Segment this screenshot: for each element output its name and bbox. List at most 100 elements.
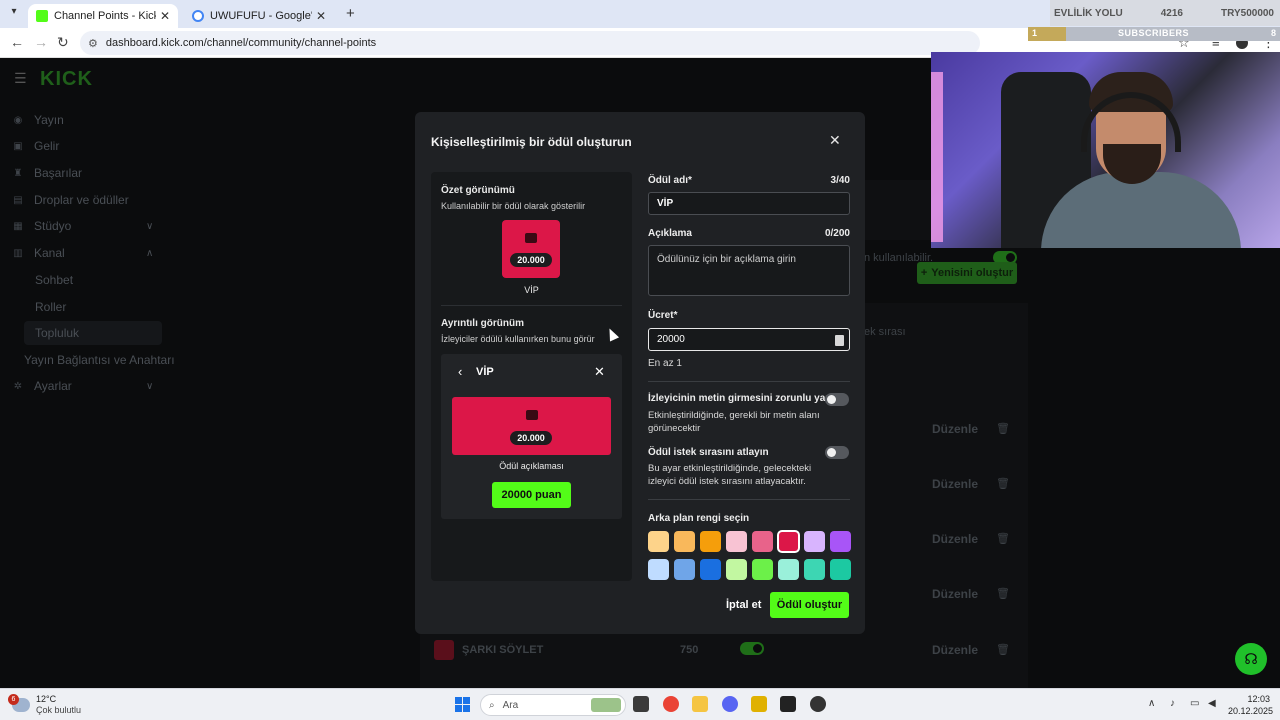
file-explorer-icon[interactable]	[692, 696, 708, 712]
sidebar-item-label: Kanal	[34, 246, 65, 260]
cost-input[interactable]: 20000	[648, 328, 850, 351]
sidebar-item-roller[interactable]: Roller	[35, 300, 66, 314]
hamburger-menu-icon[interactable]: ☰	[14, 70, 27, 87]
cancel-button[interactable]: İptal et	[726, 599, 761, 611]
color-swatch[interactable]	[674, 559, 695, 580]
tab-channel-points[interactable]: Channel Points - Kick Dashboard ✕	[28, 4, 178, 28]
weather-condition: Çok bulutlu	[36, 705, 82, 715]
new-tab-icon[interactable]: +	[346, 5, 355, 22]
reward-name-input[interactable]: VİP	[648, 192, 850, 215]
require-text-toggle[interactable]	[825, 393, 849, 406]
divider	[441, 305, 622, 306]
network-icon[interactable]: ▭	[1190, 698, 1199, 709]
sidebar-item-basarilar[interactable]: ♜ Başarılar	[12, 166, 83, 180]
edit-button[interactable]: Düzenle	[932, 422, 978, 436]
back-icon[interactable]: ←	[10, 34, 24, 50]
sidebar-item-yayin[interactable]: ◉ Yayın	[12, 113, 64, 127]
description-counter: 0/200	[824, 228, 850, 239]
tab-list-icon[interactable]: ▾	[6, 6, 22, 22]
help-chat-button[interactable]: ☊	[1235, 643, 1267, 675]
tab-google-search[interactable]: UWUFUFU - Google'da Ara ✕	[184, 4, 334, 28]
sidebar-item-label: Stüdyo	[34, 219, 72, 233]
app-icon[interactable]	[751, 696, 767, 712]
sub-current: 1	[1032, 28, 1038, 38]
volume-icon[interactable]: ◀	[1208, 698, 1216, 709]
color-swatch[interactable]	[648, 531, 669, 552]
divider	[648, 499, 850, 500]
color-swatch[interactable]	[700, 531, 721, 552]
color-swatch[interactable]	[726, 559, 747, 580]
create-new-button[interactable]: + Yenisini oluştur	[917, 262, 1017, 284]
chevron-down-icon[interactable]: ∨	[146, 381, 153, 392]
subscriber-goal-bar: 1 SUBSCRIBERS 8	[1028, 27, 1280, 41]
edit-button[interactable]: Düzenle	[932, 532, 978, 546]
site-info-icon[interactable]: ⚙	[88, 37, 98, 50]
cost-pill: 20.000	[510, 431, 552, 445]
close-icon: ✕	[594, 364, 605, 379]
trash-icon[interactable]: 🗑	[996, 587, 1010, 600]
sidebar-item-topluluk[interactable]: Topluluk	[35, 326, 79, 340]
trash-icon[interactable]: 🗑	[996, 477, 1010, 490]
edit-button[interactable]: Düzenle	[932, 643, 978, 657]
search-icon: ⌕	[489, 699, 495, 711]
chevron-up-icon[interactable]: ∧	[146, 248, 153, 259]
chevron-up-icon[interactable]: ∧	[1148, 698, 1155, 709]
forward-icon[interactable]: →	[34, 34, 48, 50]
cost-help: En az 1	[648, 358, 682, 369]
color-swatch[interactable]	[778, 559, 799, 580]
taskbar-search[interactable]: ⌕ Ara	[480, 694, 626, 716]
color-swatch[interactable]	[648, 559, 669, 580]
skip-queue-toggle[interactable]	[825, 446, 849, 459]
address-bar[interactable]: ⚙ dashboard.kick.com/channel/community/c…	[80, 31, 980, 55]
kick-logo[interactable]: KICK	[40, 68, 93, 91]
sidebar-item-studyo[interactable]: ▦ Stüdyo	[12, 219, 71, 233]
color-swatch[interactable]	[752, 559, 773, 580]
kick-favicon-icon	[36, 10, 48, 22]
color-swatch[interactable]	[700, 559, 721, 580]
start-button[interactable]	[455, 697, 470, 712]
number-stepper-icon[interactable]	[835, 335, 844, 346]
weather-widget[interactable]: 6 12°C Çok bulutlu	[8, 694, 82, 716]
chevron-down-icon[interactable]: ∨	[146, 221, 153, 232]
description-textarea[interactable]: Ödülünüz için bir açıklama girin	[648, 245, 850, 296]
sidebar-item-gelir[interactable]: ▣ Gelir	[12, 139, 59, 153]
color-swatch[interactable]	[752, 531, 773, 552]
close-tab-icon[interactable]: ✕	[316, 9, 326, 23]
time: 12:03	[1247, 694, 1270, 704]
edit-button[interactable]: Düzenle	[932, 587, 978, 601]
reward-toggle[interactable]	[740, 642, 764, 655]
reward-name-counter: 3/40	[830, 175, 850, 186]
color-swatch[interactable]	[830, 559, 851, 580]
color-swatch[interactable]	[777, 530, 800, 553]
discord-icon[interactable]	[722, 696, 738, 712]
trash-icon[interactable]: 🗑	[996, 643, 1010, 656]
color-swatch[interactable]	[726, 531, 747, 552]
sidebar-item-stream-key[interactable]: Yayın Bağlantısı ve Anahtarı	[24, 353, 175, 367]
chrome-icon[interactable]	[663, 696, 679, 712]
sidebar-item-ayarlar[interactable]: ✲ Ayarlar	[12, 379, 72, 393]
color-swatch[interactable]	[804, 559, 825, 580]
microphone-icon[interactable]: ♪	[1170, 698, 1175, 709]
color-swatch[interactable]	[804, 531, 825, 552]
task-view-icon[interactable]	[633, 696, 649, 712]
skip-queue-description: Bu ayar etkinleştirildiğinde, gelecektek…	[648, 463, 812, 487]
color-swatch[interactable]	[830, 531, 851, 552]
sidebar-item-sohbet[interactable]: Sohbet	[35, 273, 73, 287]
app-icon[interactable]	[810, 696, 826, 712]
sidebar-item-droplar[interactable]: ▤ Droplar ve ödüller	[12, 193, 129, 207]
create-reward-button[interactable]: Ödül oluştur	[770, 592, 849, 618]
edit-button[interactable]: Düzenle	[932, 477, 978, 491]
sidebar-item-kanal[interactable]: ▥ Kanal	[12, 246, 65, 260]
close-tab-icon[interactable]: ✕	[160, 9, 170, 23]
goal-label: EVLİLİK YOLU	[1054, 7, 1123, 19]
system-clock[interactable]: 12:03 20.12.2025	[1228, 693, 1273, 717]
reward-name-preview: VİP	[524, 285, 539, 295]
trash-icon[interactable]: 🗑	[996, 532, 1010, 545]
obs-icon[interactable]	[780, 696, 796, 712]
reload-icon[interactable]: ↻	[57, 34, 69, 51]
color-swatch[interactable]	[674, 531, 695, 552]
close-icon[interactable]: ✕	[829, 132, 841, 149]
trash-icon[interactable]: 🗑	[996, 422, 1010, 435]
sidebar-item-label: Droplar ve ödüller	[34, 193, 129, 207]
description-label: Açıklama	[648, 228, 692, 239]
